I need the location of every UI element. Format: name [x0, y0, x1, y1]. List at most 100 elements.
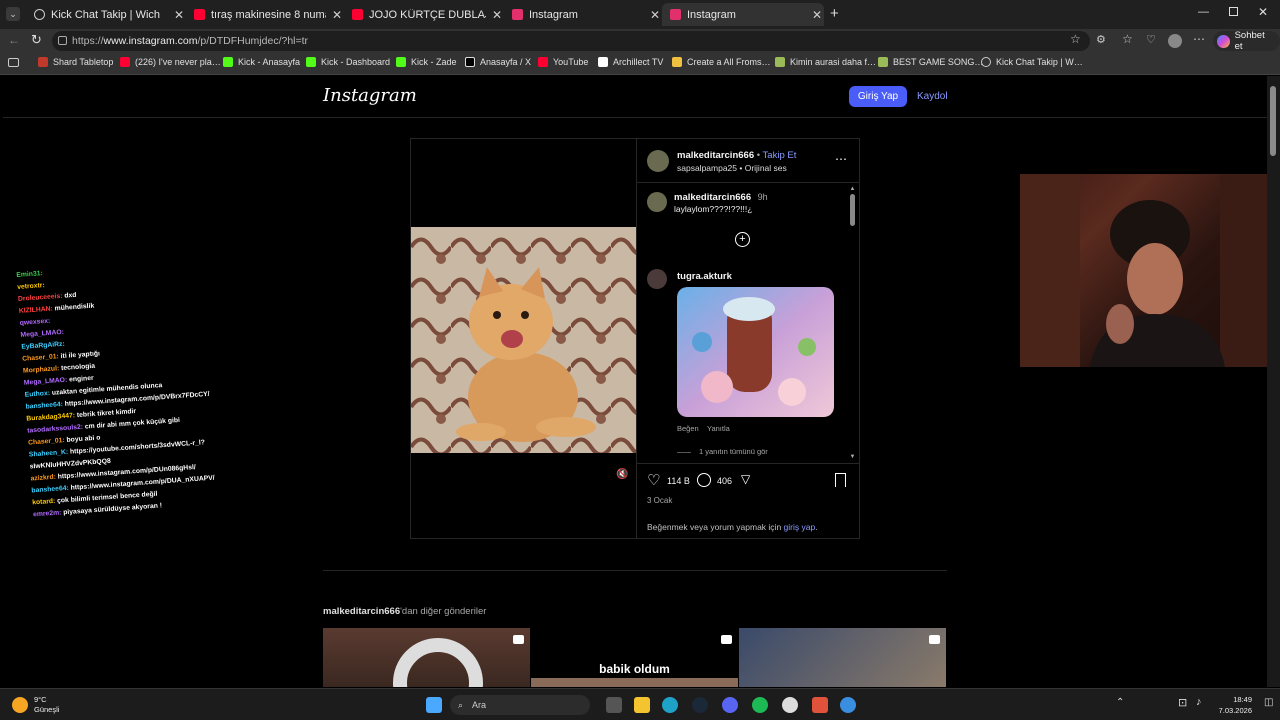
login-prompt-link[interactable]: giriş yap	[784, 522, 816, 532]
minimize-button[interactable]: —	[1198, 6, 1209, 18]
signup-link[interactable]: Kaydol	[917, 86, 948, 107]
commenter-avatar[interactable]	[647, 269, 667, 289]
reload-icon[interactable]: ↻	[31, 32, 42, 48]
tab-actions-icon[interactable]: ⌄	[6, 7, 20, 21]
windows-start-icon[interactable]	[426, 697, 442, 713]
file-explorer-icon[interactable]	[634, 697, 650, 713]
scroll-thumb[interactable]	[850, 194, 855, 226]
tab-instagram-active[interactable]: Instagram ✕	[662, 3, 824, 26]
steam-icon[interactable]	[692, 697, 708, 713]
weather-widget[interactable]: 9°C Güneşli	[12, 695, 59, 715]
bookmark-best-game-song[interactable]: BEST GAME SONG…	[878, 57, 983, 67]
bookmark-create-froms[interactable]: Create a All Froms…	[672, 57, 771, 67]
bookmark-x[interactable]: Anasayfa / X	[465, 57, 531, 67]
comments-scroll-area[interactable]: malkeditarcin666 9h laylaylom????!??!!!¿…	[637, 184, 859, 462]
chat-username: kotard:	[32, 497, 56, 507]
edge-icon[interactable]	[662, 697, 678, 713]
page-scroll-thumb[interactable]	[1270, 86, 1276, 156]
audio-label[interactable]: sapsalpampa25 • Orijinal ses	[677, 163, 787, 173]
bookmark-kick-anasayfa[interactable]: Kick - Anasayfa	[223, 57, 300, 67]
app-icon[interactable]	[812, 697, 828, 713]
close-tab-icon[interactable]: ✕	[810, 8, 824, 22]
notification-icon[interactable]: ◫	[1264, 697, 1273, 708]
new-tab-button[interactable]: +	[830, 5, 839, 22]
tray-chevron-icon[interactable]: ⌃	[1116, 697, 1124, 708]
task-view-icon[interactable]	[606, 697, 622, 713]
kick-icon	[223, 57, 233, 67]
comment-count: 406	[717, 476, 733, 486]
commenter-username[interactable]: tugra.akturk	[677, 271, 732, 282]
mute-icon[interactable]: 🔇	[616, 469, 628, 480]
address-bar[interactable]: https://www.instagram.com/p/DTDFHumjdec/…	[52, 31, 1090, 51]
volume-icon[interactable]: ♪	[1196, 696, 1202, 708]
bookmark-youtube-video[interactable]: (226) I've never pla…	[120, 57, 221, 67]
discord-icon[interactable]	[722, 697, 738, 713]
save-bookmark-icon[interactable]	[835, 473, 846, 487]
scroll-down-arrow[interactable]: ▼	[849, 454, 856, 460]
favorites-icon[interactable]: ☆	[1122, 32, 1133, 46]
share-icon[interactable]: ▽	[741, 472, 750, 486]
close-tab-icon[interactable]: ✕	[330, 8, 344, 22]
author-avatar[interactable]	[647, 150, 669, 172]
tab-youtube-2[interactable]: JOJO KÜRTÇE DUBLAJ - YouTube ✕	[344, 3, 504, 26]
bookmark-kimin-aurasi[interactable]: Kimin aurasi daha f…	[775, 57, 876, 67]
bookmark-kick-chat-takip[interactable]: Kick Chat Takip | W…	[981, 57, 1083, 67]
menu-dots-icon[interactable]: ⋯	[1193, 32, 1205, 46]
close-window-button[interactable]: ✕	[1258, 5, 1268, 19]
close-tab-icon[interactable]: ✕	[648, 8, 662, 22]
instagram-logo[interactable]: Instagram	[323, 85, 417, 106]
clock[interactable]: 18:49 7.03.2026	[1216, 694, 1252, 716]
archillect-icon	[598, 57, 608, 67]
bookmarks-menu-icon[interactable]	[8, 58, 19, 67]
bookmark-youtube[interactable]: YouTube	[538, 57, 588, 67]
chat-username: banshee64:	[31, 484, 70, 495]
login-button[interactable]: Giriş Yap	[849, 86, 907, 107]
profile-avatar[interactable]	[1168, 34, 1182, 48]
like-icon[interactable]: ♡	[647, 471, 660, 489]
taskbar-search[interactable]: ⌕ Ara	[450, 695, 590, 715]
page-scrollbar[interactable]	[1267, 76, 1280, 687]
wifi-icon[interactable]: ⊡	[1178, 696, 1187, 709]
follow-button[interactable]: Takip Et	[763, 150, 797, 161]
chat-text: enginer	[67, 374, 94, 384]
x-icon	[465, 57, 475, 67]
bookmark-shard-tabletop[interactable]: Shard Tabletop	[38, 57, 113, 67]
tab-instagram-1[interactable]: Instagram ✕	[504, 3, 662, 26]
site-info-icon[interactable]	[58, 36, 67, 45]
load-more-comments-icon[interactable]: +	[735, 232, 750, 247]
favorite-star-icon[interactable]: ☆	[1070, 32, 1081, 46]
more-post-thumb-1[interactable]	[323, 628, 530, 687]
close-tab-icon[interactable]: ✕	[172, 8, 186, 22]
more-posts-username[interactable]: malkeditarcin666	[323, 606, 400, 617]
unreal-icon[interactable]	[782, 697, 798, 713]
more-post-thumb-2[interactable]: babik oldum	[531, 628, 738, 687]
post-video[interactable]: 🔇	[411, 139, 636, 538]
spotify-icon[interactable]	[752, 697, 768, 713]
comments-scrollbar[interactable]: ▲ ▼	[849, 186, 856, 460]
close-tab-icon[interactable]: ✕	[490, 8, 504, 22]
bookmark-archillect[interactable]: Archillect TV	[598, 57, 663, 67]
bookmark-kick-dashboard[interactable]: Kick - Dashboard	[306, 57, 390, 67]
caption-username[interactable]: malkeditarcin666	[674, 192, 751, 203]
maximize-button[interactable]	[1229, 7, 1238, 16]
more-options-icon[interactable]: ⋯	[835, 152, 847, 166]
extensions-icon[interactable]: ⚙	[1096, 33, 1106, 46]
view-replies-link[interactable]: 1 yanıtın tümünü gör	[699, 447, 768, 456]
app-icon-2[interactable]	[840, 697, 856, 713]
comment-like-button[interactable]: Beğen	[677, 424, 699, 433]
scroll-up-arrow[interactable]: ▲	[849, 186, 856, 192]
collections-icon[interactable]: ♡	[1146, 33, 1156, 46]
author-username[interactable]: malkeditarcin666	[677, 150, 754, 161]
more-post-thumb-3[interactable]	[739, 628, 946, 687]
copilot-chat-button[interactable]: Sohbet et	[1213, 30, 1280, 52]
bookmark-kick-zade[interactable]: Kick - Zade	[396, 57, 457, 67]
tab-youtube-1[interactable]: tıraş makinesine 8 numara tarak y… ✕	[186, 3, 344, 26]
caption-avatar[interactable]	[647, 192, 667, 212]
tab-kick-chat[interactable]: Kick Chat Takip | Wich ✕	[26, 3, 186, 26]
instagram-icon	[512, 9, 523, 20]
reel-icon	[929, 635, 940, 644]
comment-reply-button[interactable]: Yanıtla	[707, 424, 730, 433]
comment-icon[interactable]	[697, 473, 711, 487]
back-icon[interactable]: ←	[8, 33, 20, 47]
instagram-header: Instagram Giriş Yap Kaydol	[3, 76, 1267, 118]
